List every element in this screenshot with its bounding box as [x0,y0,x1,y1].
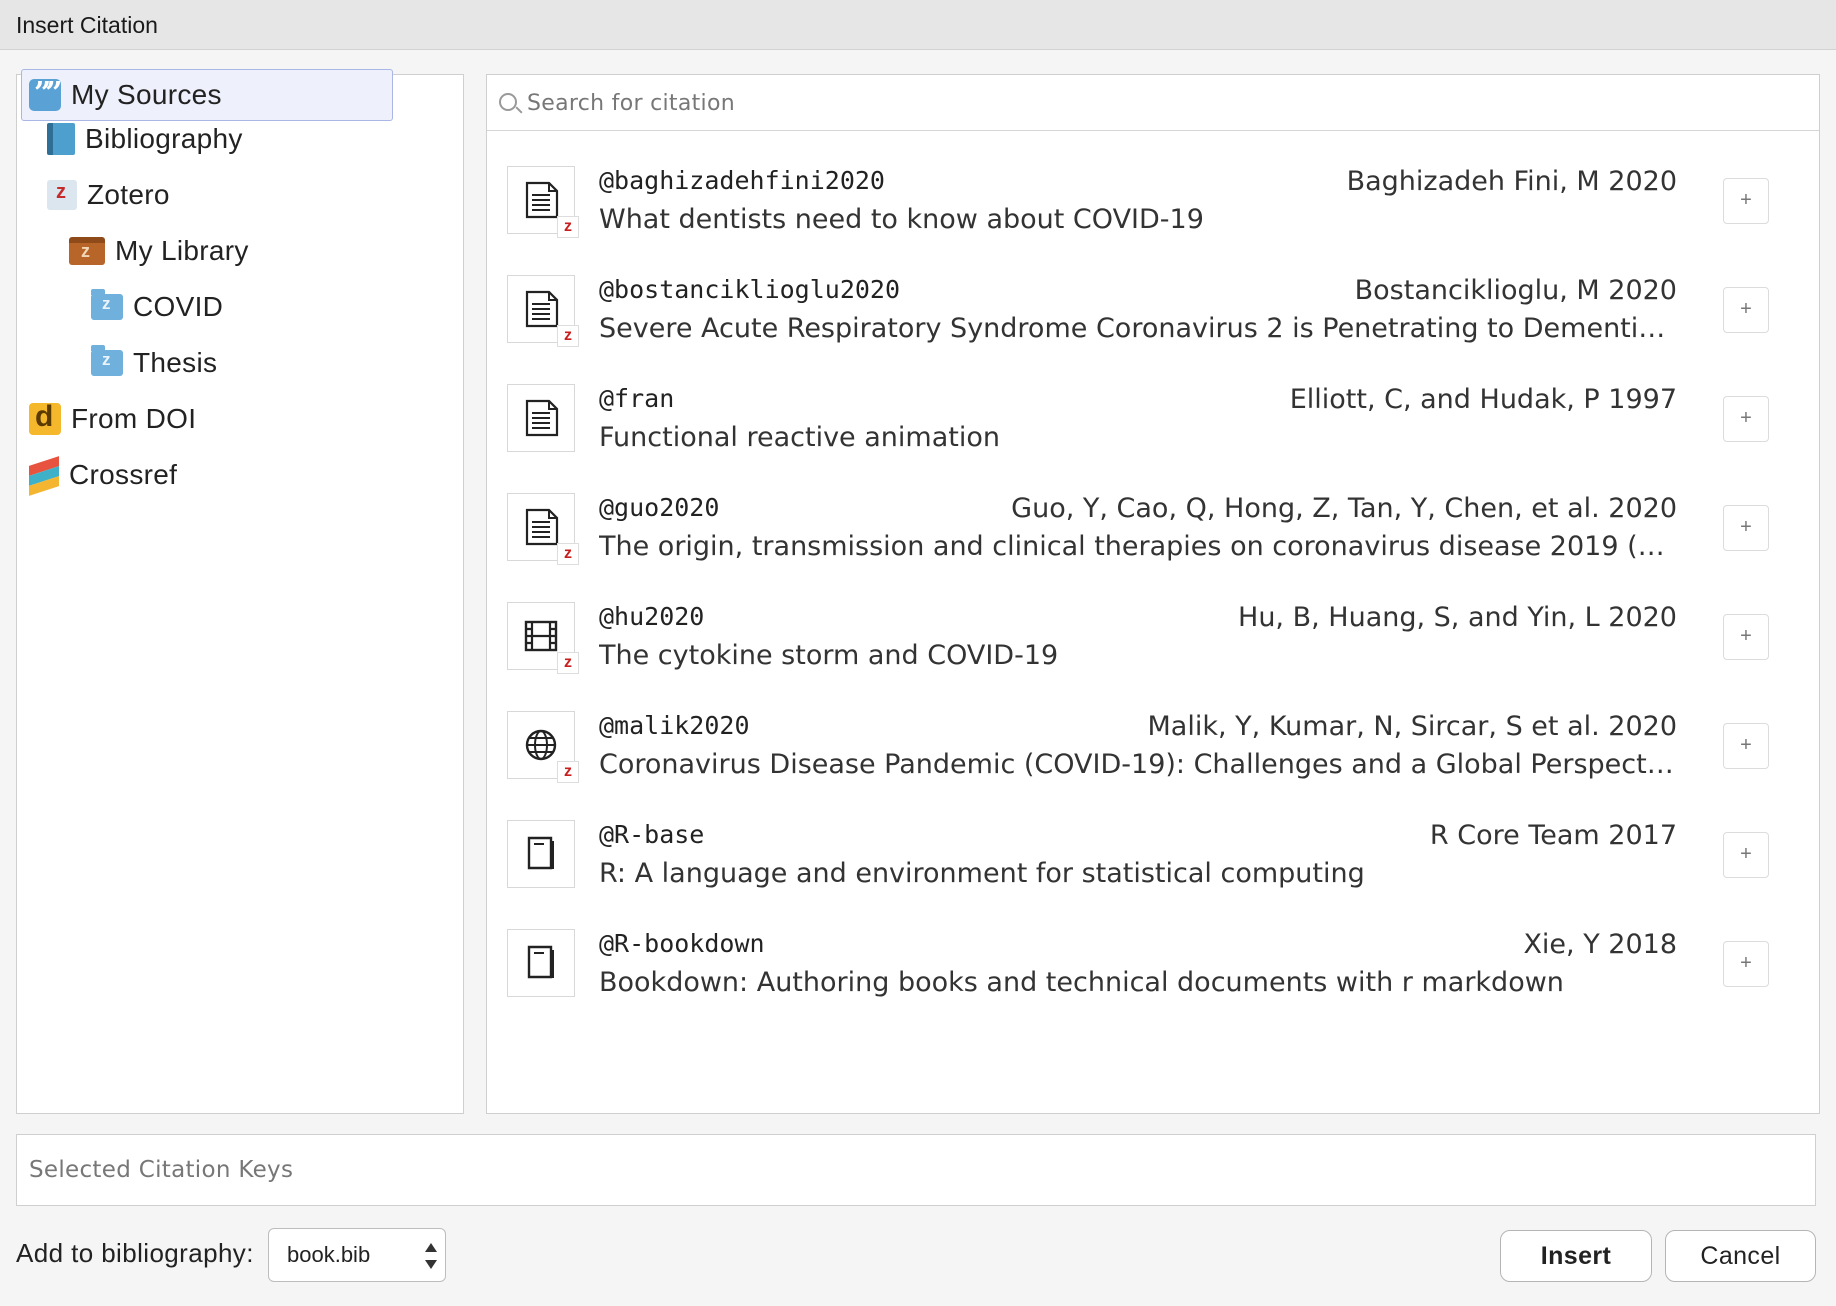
citation-title: Coronavirus Disease Pandemic (COVID-19):… [599,749,1679,780]
citation-authors: Xie, Y 2018 [1523,929,1677,960]
search-icon [499,93,517,111]
window-title: Insert Citation [0,0,1836,50]
source-zotero[interactable]: Zotero [47,169,170,221]
citation-title: What dentists need to know about COVID-1… [599,204,1204,235]
citation-results-pane: z @baghizadehfini2020 Baghizadeh Fini, M 2… [486,74,1820,1114]
insert-button[interactable]: Insert [1500,1230,1652,1282]
citation-key: @guo2020 [599,493,720,522]
citation-title: Functional reactive animation [599,422,1000,453]
folder-icon [91,345,123,376]
citation-key: @R-bookdown [599,929,765,958]
search-bar [487,75,1819,131]
citation-key: @malik2020 [599,711,750,740]
citation-title: The cytokine storm and COVID-19 [599,640,1059,671]
book-icon [507,929,575,997]
folder-icon [91,289,123,320]
citation-list[interactable]: z @baghizadehfini2020 Baghizadeh Fini, M 2… [487,132,1819,1113]
zotero-badge-icon: z [557,216,579,238]
source-label: Zotero [87,179,170,210]
citation-title: Severe Acute Respiratory Syndrome Corona… [599,313,1679,344]
zotero-icon [47,180,77,210]
source-label: Thesis [133,347,218,378]
zotero-badge-icon: z [557,543,579,565]
selected-citation-keys [16,1134,1816,1206]
citation-authors: Baghizadeh Fini, M 2020 [1346,166,1677,197]
citation-authors: Malik, Y, Kumar, N, Sircar, S et al. 202… [1147,711,1677,742]
citation-authors: Hu, B, Huang, S, and Yin, L 2020 [1238,602,1677,633]
source-label: My Library [115,235,249,266]
add-citation-button[interactable]: + [1723,614,1769,660]
citation-authors: R Core Team 2017 [1429,820,1677,851]
source-label: Crossref [69,459,178,490]
source-label: COVID [133,291,224,322]
add-to-bibliography-label: Add to bibliography: [16,1238,254,1268]
source-from-doi[interactable]: From DOI [29,393,196,445]
library-box-icon [69,237,105,265]
sources-tree: My Sources Bibliography Zotero My Librar… [16,69,464,1114]
citation-authors: Bostanciklioglu, M 2020 [1354,275,1677,306]
zotero-badge-icon: z [557,325,579,347]
bibliography-select[interactable]: book.bib [268,1228,446,1282]
add-citation-button[interactable]: + [1723,723,1769,769]
zotero-badge-icon: z [557,652,579,674]
quote-sources-icon [29,76,61,111]
search-input[interactable] [527,83,1807,123]
selected-citation-keys-input[interactable] [17,1135,1815,1205]
citation-key: @bostanciklioglu2020 [599,275,901,304]
document-icon [507,384,575,452]
source-crossref[interactable]: Crossref [29,449,177,501]
select-arrows-icon [425,1243,437,1269]
citation-key: @hu2020 [599,602,705,631]
book-icon [47,123,75,155]
source-label: My Sources [71,79,222,110]
source-label: From DOI [71,403,197,434]
source-covid[interactable]: COVID [91,281,223,333]
citation-title: R: A language and environment for statis… [599,858,1365,889]
add-citation-button[interactable]: + [1723,287,1769,333]
citation-key: @fran [599,384,675,413]
citation-authors: Elliott, C, and Hudak, P 1997 [1289,384,1677,415]
source-thesis[interactable]: Thesis [91,337,217,389]
crossref-icon [29,456,59,496]
source-bibliography[interactable]: Bibliography [47,113,243,165]
source-label: Bibliography [85,123,243,154]
citation-title: Bookdown: Authoring books and technical … [599,967,1564,998]
bibliography-select-value: book.bib [287,1242,371,1267]
add-citation-button[interactable]: + [1723,941,1769,987]
book-icon [507,820,575,888]
zotero-badge-icon: z [557,761,579,783]
citation-key: @baghizadehfini2020 [599,166,885,195]
citation-row[interactable]: @R-bookdown Xie, Y 2018 Bookdown: Authorin… [487,895,1819,1023]
cancel-button[interactable]: Cancel [1665,1230,1816,1282]
citation-key: @R-base [599,820,705,849]
add-citation-button[interactable]: + [1723,178,1769,224]
source-my-library[interactable]: My Library [69,225,249,277]
add-citation-button[interactable]: + [1723,505,1769,551]
doi-icon [29,400,61,435]
citation-authors: Guo, Y, Cao, Q, Hong, Z, Tan, Y, Chen, e… [1011,493,1677,524]
add-citation-button[interactable]: + [1723,832,1769,878]
add-citation-button[interactable]: + [1723,396,1769,442]
citation-title: The origin, transmission and clinical th… [599,531,1679,562]
